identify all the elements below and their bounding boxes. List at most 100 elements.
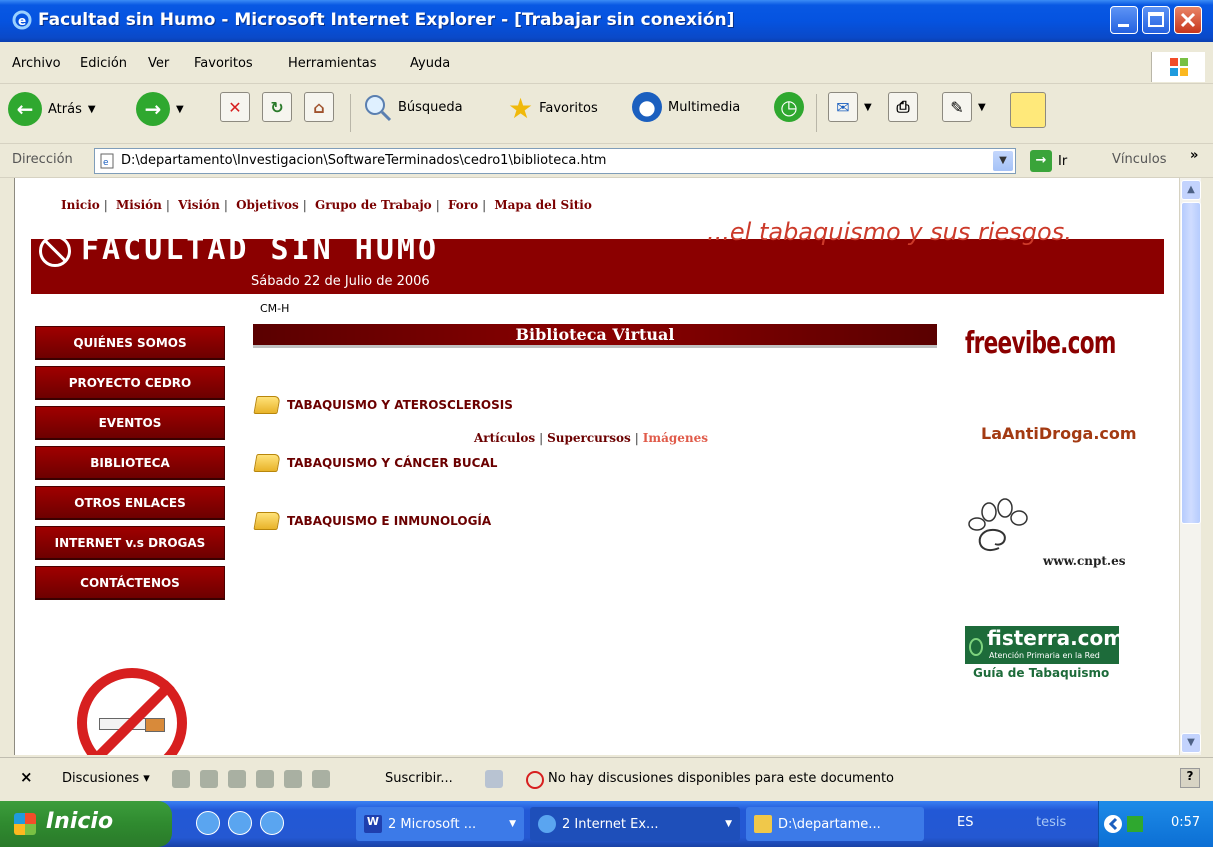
nav-link-inicio[interactable]: Inicio	[61, 198, 100, 212]
address-input[interactable]: e D:\departamento\Investigacion\Software…	[94, 148, 1016, 174]
side-menu-otros-enlaces[interactable]: OTROS ENLACES	[35, 486, 225, 520]
guia-tabaquismo-link[interactable]: Guía de Tabaquismo	[973, 666, 1109, 680]
tray-arrows-icon[interactable]	[1103, 801, 1143, 847]
stop-button[interactable]: ✕	[220, 92, 250, 122]
go-arrow-icon: →	[1030, 150, 1052, 172]
nav-link-mapa[interactable]: Mapa del Sitio	[494, 198, 592, 212]
side-menu-biblioteca[interactable]: BIBLIOTECA	[35, 446, 225, 480]
title-bar[interactable]: e Facultad sin Humo - Microsoft Internet…	[0, 0, 1213, 42]
antidroga-link[interactable]: LaAntiDroga.com	[981, 424, 1137, 443]
dropdown-arrow-icon[interactable]: ▼	[88, 104, 96, 115]
print-icon: ⎙	[888, 92, 918, 122]
nav-link-foro[interactable]: Foro	[448, 198, 478, 212]
nav-link-vision[interactable]: Visión	[178, 198, 220, 212]
nav-link-mision[interactable]: Misión	[116, 198, 162, 212]
refresh-icon: ↻	[262, 92, 292, 122]
go-button[interactable]: → Ir	[1030, 150, 1067, 172]
nav-link-grupo[interactable]: Grupo de Trabajo	[315, 198, 432, 212]
mail-button[interactable]: ✉ ▼	[828, 92, 872, 122]
cnpt-logo-icon[interactable]	[965, 498, 1035, 568]
site-logo[interactable]: FACULTAD SIN HUMO	[39, 232, 439, 267]
search-button[interactable]: Búsqueda	[362, 92, 463, 122]
insert-discussion-icon[interactable]	[172, 770, 190, 788]
chevron-down-icon[interactable]: ▼	[993, 151, 1013, 171]
topic-aterosclerosis[interactable]: TABAQUISMO Y ATEROSCLEROSIS	[253, 396, 513, 414]
side-menu-internet-drogas[interactable]: INTERNET v.s DROGAS	[35, 526, 225, 560]
vertical-scrollbar[interactable]: ▲ ▼	[1179, 178, 1201, 755]
side-menu-eventos[interactable]: EVENTOS	[35, 406, 225, 440]
forward-button[interactable]: → ▼	[136, 92, 184, 126]
side-menu-proyecto-cedro[interactable]: PROYECTO CEDRO	[35, 366, 225, 400]
cnpt-link[interactable]: www.cnpt.es	[1043, 554, 1126, 568]
dropdown-arrow-icon[interactable]: ▼	[176, 104, 184, 115]
topic-cancer-bucal[interactable]: TABAQUISMO Y CÁNCER BUCAL	[253, 454, 497, 472]
fisterra-subtitle: Atención Primaria en la Red	[989, 651, 1100, 660]
collapse-discussion-icon[interactable]	[256, 770, 274, 788]
chevron-right-icon[interactable]: »	[1190, 148, 1198, 163]
desktop-quicklaunch-icon[interactable]	[228, 811, 252, 835]
search-icon	[365, 95, 392, 122]
menu-edicion[interactable]: Edición	[80, 56, 127, 71]
show-hide-pane-icon[interactable]	[485, 770, 503, 788]
favorites-label: Favoritos	[539, 101, 598, 116]
fisterra-banner[interactable]: fisterra.com Atención Primaria en la Red	[965, 626, 1124, 664]
page-content: Inicio | Misión | Visión | Objetivos | Grupo…	[14, 178, 1179, 755]
home-icon: ⌂	[304, 92, 334, 122]
task-word[interactable]: W 2 Microsoft ... ▼	[356, 807, 524, 841]
close-button[interactable]	[1174, 6, 1202, 34]
menu-bar: Archivo Edición Ver Favoritos Herramient…	[0, 42, 1213, 84]
side-menu-quienes-somos[interactable]: QUIÉNES SOMOS	[35, 326, 225, 360]
ie-quicklaunch-icon[interactable]	[196, 811, 220, 835]
ie2-quicklaunch-icon[interactable]	[260, 811, 284, 835]
back-button[interactable]: ← Atrás ▼	[8, 92, 96, 126]
task-explorer-folder[interactable]: D:\departame...	[746, 807, 924, 841]
freevibe-banner[interactable]: freevibe.com	[965, 326, 1116, 361]
menu-favoritos[interactable]: Favoritos	[194, 56, 253, 71]
edit-button[interactable]: ✎ ▼	[942, 92, 986, 122]
close-icon	[1180, 12, 1196, 28]
scroll-up-icon[interactable]: ▲	[1181, 180, 1201, 200]
links-label[interactable]: Vínculos	[1112, 152, 1166, 167]
menu-ayuda[interactable]: Ayuda	[410, 56, 450, 71]
next-discussion-icon[interactable]	[312, 770, 330, 788]
print-button[interactable]: ⎙	[888, 92, 918, 122]
help-icon[interactable]: ?	[1180, 768, 1200, 788]
scroll-down-icon[interactable]: ▼	[1181, 733, 1201, 753]
menu-herramientas[interactable]: Herramientas	[288, 56, 377, 71]
language-indicator[interactable]: ES	[957, 815, 973, 830]
media-button[interactable]: ● Multimedia	[632, 92, 740, 122]
favorites-button[interactable]: ★ Favoritos	[508, 92, 598, 125]
topic-label[interactable]: TABAQUISMO Y ATEROSCLEROSIS	[287, 398, 513, 412]
subscribe-button[interactable]: Suscribir...	[385, 771, 453, 786]
link-supercursos[interactable]: Supercursos	[547, 431, 631, 445]
scroll-thumb[interactable]	[1181, 202, 1201, 524]
side-menu-contactenos[interactable]: CONTÁCTENOS	[35, 566, 225, 600]
start-button[interactable]: Inicio	[0, 801, 172, 847]
menu-archivo[interactable]: Archivo	[12, 56, 61, 71]
task-internet-explorer[interactable]: 2 Internet Ex... ▼	[530, 807, 740, 841]
link-imagenes[interactable]: Imágenes	[643, 431, 708, 445]
menu-ver[interactable]: Ver	[148, 56, 169, 71]
previous-discussion-icon[interactable]	[284, 770, 302, 788]
topic-inmunologia[interactable]: TABAQUISMO E INMUNOLOGÍA	[253, 512, 491, 530]
history-button[interactable]: ◷	[774, 92, 804, 122]
dropdown-arrow-icon[interactable]: ▼	[978, 102, 986, 113]
expand-discussion-icon[interactable]	[228, 770, 246, 788]
minimize-button[interactable]	[1110, 6, 1138, 34]
reply-discussion-icon[interactable]	[200, 770, 218, 788]
close-icon[interactable]: ×	[20, 768, 33, 786]
topic-label[interactable]: TABAQUISMO E INMUNOLOGÍA	[287, 514, 491, 528]
tesis-toolbar[interactable]: tesis	[1036, 815, 1066, 830]
messenger-button[interactable]	[1010, 92, 1046, 128]
link-articulos[interactable]: Artículos	[474, 431, 535, 445]
folder-icon	[754, 815, 772, 833]
home-button[interactable]: ⌂	[304, 92, 334, 122]
discussions-menu[interactable]: Discusiones ▾	[62, 771, 150, 786]
cigarette-icon	[99, 718, 165, 732]
nav-link-objetivos[interactable]: Objetivos	[236, 198, 299, 212]
topic-label[interactable]: TABAQUISMO Y CÁNCER BUCAL	[287, 456, 497, 470]
maximize-button[interactable]	[1142, 6, 1170, 34]
refresh-button[interactable]: ↻	[262, 92, 292, 122]
dropdown-arrow-icon[interactable]: ▼	[864, 102, 872, 113]
clock[interactable]: 0:57	[1171, 815, 1200, 830]
